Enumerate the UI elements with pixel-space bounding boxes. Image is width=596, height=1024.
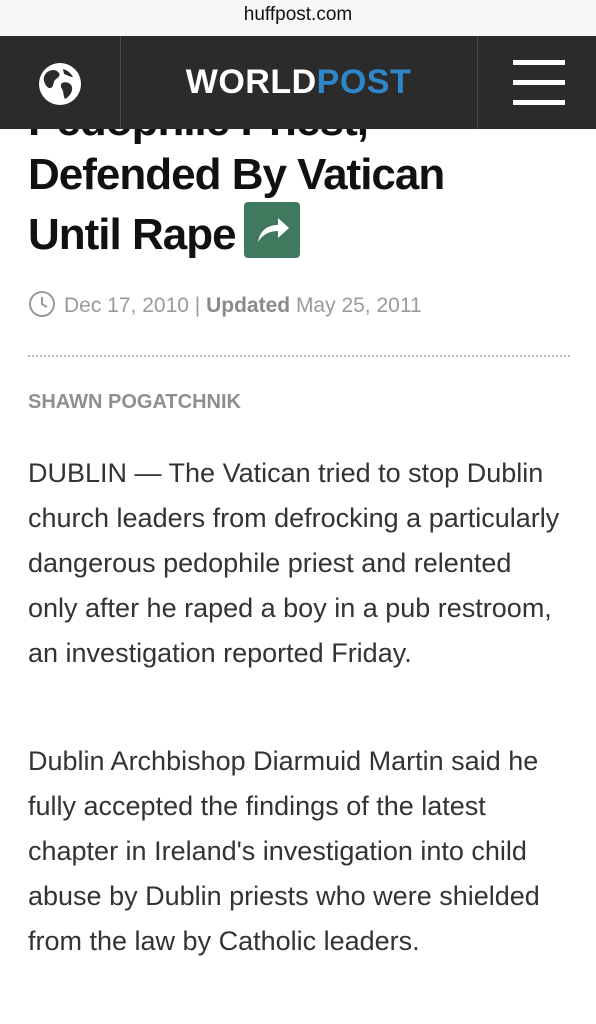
headline-line-1: Pedophile Priest, bbox=[28, 129, 369, 145]
share-button[interactable] bbox=[243, 202, 300, 258]
author-byline[interactable]: SHAWN POGATCHNIK bbox=[28, 391, 241, 414]
article-content[interactable]: Pedophile Priest, Defended By Vatican Un… bbox=[0, 129, 596, 1024]
hamburger-menu-icon bbox=[513, 100, 565, 105]
article-paragraph: Dublin Archbishop Diarmuid Martin said h… bbox=[28, 746, 540, 956]
updated-label: Updated bbox=[206, 294, 291, 317]
share-arrow-icon bbox=[257, 218, 289, 242]
dotted-divider bbox=[28, 355, 570, 357]
worldpost-logo[interactable]: WORLDPOST bbox=[120, 36, 477, 129]
address-bar[interactable]: huffpost.com bbox=[0, 0, 596, 36]
clock-icon bbox=[29, 291, 55, 317]
publish-date: Dec 17, 2010 bbox=[64, 294, 189, 317]
meta-separator: | bbox=[194, 294, 201, 317]
hamburger-menu-icon bbox=[513, 60, 565, 65]
top-nav: WORLDPOST bbox=[0, 36, 596, 129]
article-meta: Dec 17, 2010 | Updated May 25, 2011 bbox=[28, 290, 422, 321]
url-text: huffpost.com bbox=[243, 4, 353, 25]
globe-icon bbox=[39, 63, 81, 105]
hamburger-menu-icon bbox=[513, 80, 565, 85]
brand-world: WORLD bbox=[185, 63, 317, 101]
updated-date: May 25, 2011 bbox=[295, 294, 422, 317]
article-paragraph: DUBLIN — The Vatican tried to stop Dubli… bbox=[28, 458, 560, 668]
headline-line-3: Until Rape bbox=[28, 210, 237, 259]
menu-button[interactable] bbox=[477, 36, 596, 129]
brand-post: POST bbox=[316, 63, 412, 101]
headline-line-2: Defended By Vatican bbox=[28, 150, 445, 199]
globe-button[interactable] bbox=[0, 36, 121, 129]
headline: Pedophile Priest, Defended By Vatican Un… bbox=[28, 129, 568, 262]
